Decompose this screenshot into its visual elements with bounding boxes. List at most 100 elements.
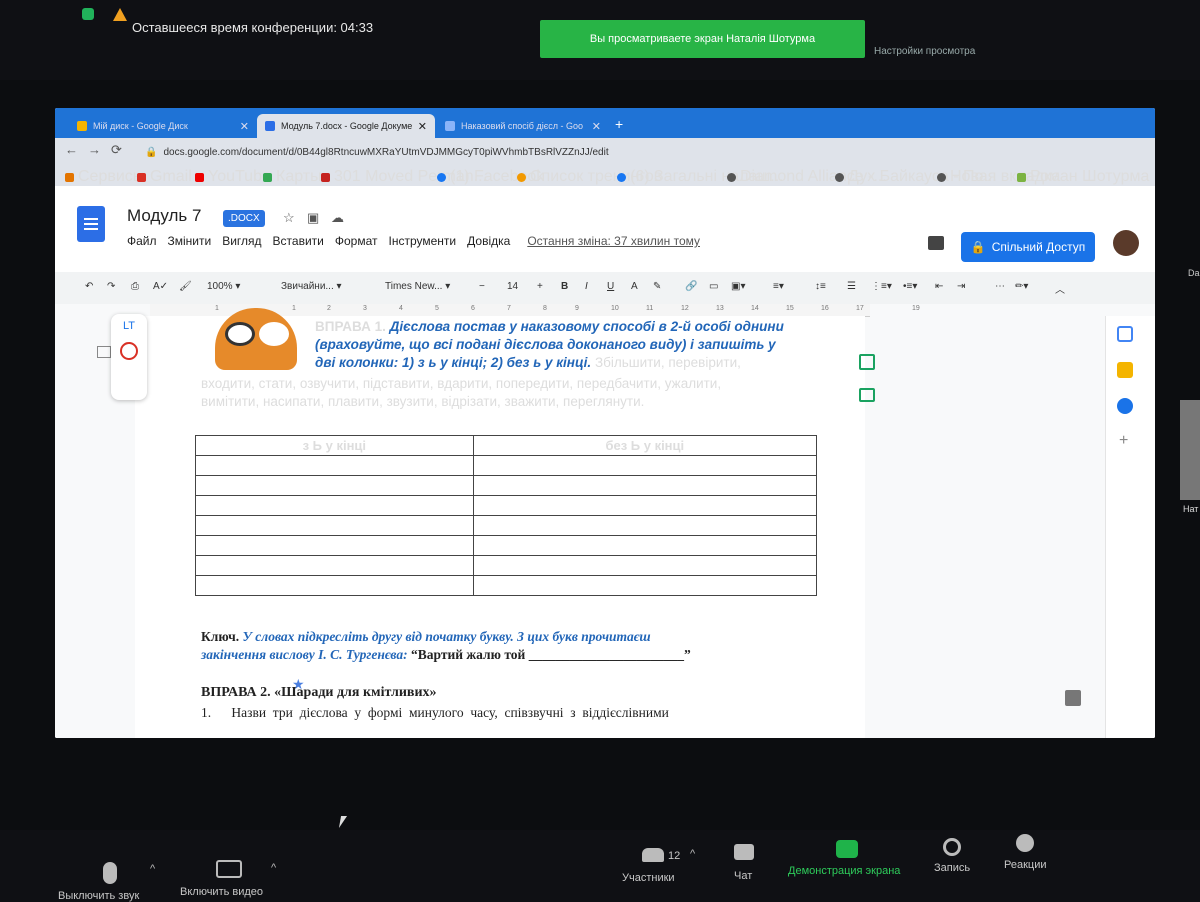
add-comment-side-icon[interactable] <box>859 354 875 370</box>
collapse-icon[interactable]: ︿ <box>1055 281 1065 296</box>
explore-icon[interactable] <box>1065 690 1081 706</box>
undo-icon[interactable]: ↶ <box>85 281 93 292</box>
close-icon[interactable]: ✕ <box>418 120 427 133</box>
answer-table[interactable]: з Ь у кінці без Ь у кінці <box>195 435 818 596</box>
line-spacing-icon[interactable]: ↕≡ <box>815 281 826 292</box>
menu-format[interactable]: Формат <box>335 234 378 248</box>
link-icon[interactable]: 🔗 <box>685 281 697 292</box>
zoom-select[interactable]: 100% ▾ <box>207 281 240 292</box>
chevron-up-icon[interactable]: ^ <box>271 862 276 874</box>
highlight-icon[interactable]: ✎ <box>653 281 661 292</box>
style-select[interactable]: Звичайни... ▾ <box>281 281 342 292</box>
bookmark-gmail[interactable]: Gmail <box>137 168 192 186</box>
bookmark-maps[interactable]: Карты <box>263 168 322 186</box>
table-row[interactable] <box>195 575 818 596</box>
video-off-icon[interactable] <box>216 860 242 878</box>
increase-indent-icon[interactable]: ⇥ <box>957 281 965 292</box>
bullet-list-icon[interactable]: •≡▾ <box>903 281 917 292</box>
avatar[interactable] <box>1113 230 1139 256</box>
table-row[interactable] <box>195 475 818 496</box>
participant-video-thumb[interactable] <box>1180 400 1200 500</box>
star-icon[interactable]: ☆ <box>283 210 295 226</box>
add-comment-icon[interactable]: ▭ <box>709 281 718 292</box>
nav-buttons[interactable]: ←→⟳ <box>65 142 132 158</box>
view-settings-menu[interactable]: Настройки просмотра <box>874 46 975 57</box>
lock-icon: 🔒 <box>970 240 986 254</box>
more-icon[interactable]: ⋯ <box>995 281 1005 292</box>
decrease-indent-icon[interactable]: ⇤ <box>935 281 943 292</box>
pencil-mode-icon[interactable]: ✏▾ <box>1015 281 1028 292</box>
table-row[interactable] <box>195 495 818 516</box>
chat-button[interactable]: Чат <box>734 870 752 882</box>
key-paragraph: Ключ. У словах підкресліть другу від поч… <box>201 629 691 662</box>
addon-badge-icon[interactable] <box>120 342 138 360</box>
italic-icon[interactable]: I <box>585 281 588 292</box>
video-button[interactable]: Включить видео <box>180 886 263 898</box>
underline-icon[interactable]: U <box>607 281 614 292</box>
print-icon[interactable]: ⎙ <box>131 281 139 292</box>
menu-help[interactable]: Довідка <box>467 234 510 248</box>
bookmark-youtube[interactable]: YouTube <box>195 168 271 186</box>
addon-lt-icon[interactable]: LT <box>111 320 147 332</box>
spellcheck-icon[interactable]: A✓ <box>153 281 168 292</box>
keep-icon[interactable] <box>1117 362 1133 378</box>
last-edit-link[interactable]: Остання зміна: 37 хвилин тому <box>527 234 700 248</box>
comment-icon[interactable] <box>928 236 944 250</box>
reactions-icon[interactable] <box>1016 834 1034 852</box>
close-icon[interactable]: ✕ <box>240 120 249 133</box>
align-icon[interactable]: ≡▾ <box>773 281 784 292</box>
reactions-button[interactable]: Реакции <box>1004 859 1047 871</box>
share-button-label: Спільний Доступ <box>991 240 1086 254</box>
suggest-edit-icon[interactable] <box>859 388 875 402</box>
share-button[interactable]: 🔒 Спільний Доступ <box>961 232 1095 262</box>
tab-docs-2[interactable]: Наказовий спосіб дієсл - Goo ✕ <box>437 114 609 138</box>
close-icon[interactable]: ✕ <box>592 120 601 133</box>
menu-view[interactable]: Вигляд <box>222 234 261 248</box>
bookmark-services[interactable]: Сервисы <box>65 168 144 186</box>
table-row[interactable] <box>195 455 818 476</box>
mute-button[interactable]: Выключить звук <box>58 890 139 902</box>
text-color-icon[interactable]: A <box>631 281 638 292</box>
menu-file[interactable]: Файл <box>127 234 157 248</box>
chevron-up-icon[interactable]: ^ <box>690 848 695 860</box>
redo-icon[interactable]: ↷ <box>107 281 115 292</box>
bookmark-roman[interactable]: Роман Шотурма <box>1017 168 1149 186</box>
add-addon-icon[interactable]: + <box>1119 432 1128 450</box>
table-row[interactable] <box>195 555 818 576</box>
docx-badge: .DOCX <box>223 210 265 227</box>
calendar-icon[interactable] <box>1117 326 1133 342</box>
document-title[interactable]: Модуль 7 <box>127 206 201 226</box>
participants-button[interactable]: Участники <box>622 872 675 884</box>
microphone-icon[interactable] <box>103 862 117 884</box>
tab-drive[interactable]: Мій диск - Google Диск ✕ <box>69 114 257 138</box>
tasks-icon[interactable] <box>1117 398 1133 414</box>
shield-icon[interactable] <box>82 8 94 20</box>
new-tab-button[interactable]: + <box>615 116 623 132</box>
image-icon[interactable]: ▣▾ <box>731 281 745 292</box>
decrease-size-icon[interactable]: − <box>479 281 485 292</box>
bold-icon[interactable]: B <box>561 281 568 292</box>
chat-icon[interactable] <box>734 844 754 860</box>
menu-insert[interactable]: Вставити <box>273 234 324 248</box>
checklist-icon[interactable]: ☰ <box>847 281 856 292</box>
outline-icon[interactable] <box>97 346 111 358</box>
menu-edit[interactable]: Змінити <box>168 234 212 248</box>
table-row[interactable] <box>195 515 818 536</box>
record-icon[interactable] <box>943 838 961 856</box>
increase-size-icon[interactable]: + <box>537 281 543 292</box>
font-select[interactable]: Times New... ▾ <box>385 281 450 292</box>
docs-logo-icon[interactable] <box>77 206 105 242</box>
tab-docs-active[interactable]: Модуль 7.docx - Google Докуме ✕ <box>257 114 435 138</box>
chevron-up-icon[interactable]: ^ <box>150 863 155 875</box>
share-screen-button[interactable]: Демонстрация экрана <box>788 865 900 877</box>
numbered-list-icon[interactable]: ⋮≡▾ <box>871 281 892 292</box>
share-screen-icon[interactable] <box>836 840 858 858</box>
record-button[interactable]: Запись <box>934 862 970 874</box>
menu-tools[interactable]: Інструменти <box>389 234 457 248</box>
font-size-field[interactable]: 14 <box>507 281 518 292</box>
paint-format-icon[interactable]: 🖌 <box>179 281 192 292</box>
participants-icon[interactable] <box>642 848 664 862</box>
url-field[interactable]: 🔒 docs.google.com/document/d/0B44gl8Rtncu… <box>145 143 705 161</box>
move-folder-icon[interactable]: ▣ <box>307 210 319 226</box>
table-row[interactable] <box>195 535 818 556</box>
